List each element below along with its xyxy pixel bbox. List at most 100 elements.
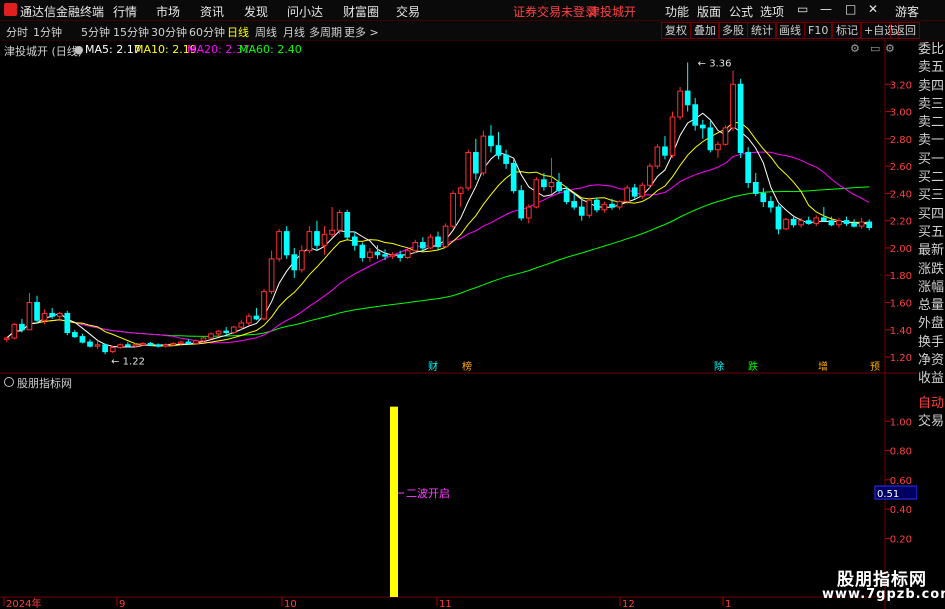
price-tick-label: 3.20 — [890, 80, 912, 91]
candle-down — [87, 341, 93, 347]
side-sell3[interactable]: 卖三 — [917, 96, 945, 114]
side-outer-volume[interactable]: 外盘 — [917, 315, 945, 333]
side-buy2[interactable]: 买二 — [917, 169, 945, 187]
side-buy3[interactable]: 买三 — [917, 187, 945, 205]
candle-up — [525, 206, 532, 219]
candlestick-chart[interactable]: 3.20 3.00 2.80 2.60 2.40 2.20 2.00 1.80 1.60 1.40… — [0, 40, 917, 609]
menu-discover[interactable]: 发现 — [244, 3, 268, 20]
side-sell2[interactable]: 卖二 — [917, 114, 945, 132]
menu-news[interactable]: 资讯 — [200, 3, 224, 20]
side-earnings[interactable]: 收益 — [917, 370, 945, 388]
candle-down — [684, 90, 691, 106]
tab-monthly[interactable]: 月线 — [283, 24, 305, 40]
candle-down — [563, 190, 570, 203]
price-tick-label: 2.40 — [890, 189, 912, 200]
tab-5min[interactable]: 5分钟 — [81, 24, 110, 40]
menu-ask[interactable]: 问小达 — [287, 3, 323, 20]
candle-up — [450, 192, 456, 227]
menu-layout[interactable]: 版面 — [697, 3, 721, 20]
side-buy1[interactable]: 买一 — [917, 151, 945, 169]
side-entrust-ratio[interactable]: 委比 — [917, 41, 945, 59]
candle-down — [737, 83, 744, 153]
guest-label[interactable]: 游客 — [895, 3, 919, 20]
skin-icon[interactable]: ▭ — [797, 2, 808, 16]
side-buy4[interactable]: 买四 — [917, 206, 945, 224]
menu-wealth[interactable]: 财富圈 — [343, 3, 379, 20]
candle-down — [609, 203, 615, 208]
side-sell1[interactable]: 卖一 — [917, 132, 945, 150]
candle-up — [858, 221, 865, 227]
tab-30min[interactable]: 30分钟 — [151, 24, 187, 40]
side-sell5[interactable]: 卖五 — [917, 59, 945, 77]
menu-formula[interactable]: 公式 — [729, 3, 753, 20]
candle-up — [246, 315, 252, 324]
candle-down — [359, 244, 366, 259]
candle-down — [631, 187, 638, 197]
candle-up — [715, 143, 721, 151]
candle-down — [397, 254, 404, 259]
f10-button[interactable]: F10 — [804, 22, 833, 39]
side-trade-button[interactable]: 交易 — [917, 413, 945, 431]
menu-trade[interactable]: 交易 — [396, 3, 420, 20]
candle-up — [41, 312, 48, 321]
side-sell4[interactable]: 卖四 — [917, 78, 945, 96]
low-price-annotation: ← 1.22 — [111, 356, 145, 367]
side-auto-button[interactable]: 自动 — [917, 395, 945, 413]
indicator-tick-label: 0.80 — [890, 447, 912, 458]
back-button[interactable]: 返回 — [890, 22, 920, 39]
candle-down — [64, 312, 71, 334]
event-marker: 跌 — [748, 360, 758, 373]
multi-stock-button[interactable]: 多股 — [718, 22, 748, 39]
candle-down — [775, 206, 782, 230]
indicator-toggle-icon[interactable] — [4, 377, 14, 387]
candle-up — [730, 83, 736, 129]
candle-down — [571, 201, 578, 208]
minimize-icon[interactable]: — — [820, 2, 832, 16]
close-icon[interactable]: ✕ — [868, 2, 878, 16]
event-marker: 增 — [818, 360, 828, 373]
watermark: 股朋指标网 www.7gpzb.com — [822, 563, 945, 607]
candle-down — [510, 162, 517, 192]
tab-multi-period[interactable]: 多周期 — [309, 24, 342, 40]
side-change-pct[interactable]: 涨幅 — [917, 279, 945, 297]
menu-function[interactable]: 功能 — [665, 3, 689, 20]
side-buy5[interactable]: 买五 — [917, 224, 945, 242]
ma60-line — [6, 186, 870, 339]
statistics-button[interactable]: 统计 — [747, 22, 777, 39]
draw-line-button[interactable]: 画线 — [775, 22, 805, 39]
restore-rights-button[interactable]: 复权 — [661, 22, 691, 39]
tab-daily[interactable]: 日线 — [227, 24, 249, 40]
candle-down — [351, 236, 358, 246]
menu-quotes[interactable]: 行情 — [113, 3, 137, 20]
indicator-tick-label: 1.00 — [890, 417, 912, 428]
tab-1min[interactable]: 1分钟 — [33, 24, 62, 40]
side-latest[interactable]: 最新 — [917, 242, 945, 260]
time-tick-label: 2024年 — [6, 597, 41, 609]
tab-more[interactable]: 更多 > — [344, 24, 379, 40]
maximize-icon[interactable]: □ — [845, 2, 856, 16]
menu-options[interactable]: 选项 — [760, 3, 784, 20]
mark-button[interactable]: 标记 — [832, 22, 862, 39]
high-price-annotation: ← 3.36 — [698, 58, 732, 69]
side-volume[interactable]: 总量 — [917, 297, 945, 315]
candle-up — [457, 187, 464, 194]
side-turnover[interactable]: 换手 — [917, 334, 945, 352]
candle-up — [404, 250, 411, 259]
tab-60min[interactable]: 60分钟 — [189, 24, 225, 40]
side-change[interactable]: 涨跌 — [917, 261, 945, 279]
candle-down — [707, 127, 714, 151]
price-tick-label: 1.40 — [890, 326, 912, 337]
tab-weekly[interactable]: 周线 — [255, 24, 277, 40]
side-net-asset[interactable]: 净资 — [917, 352, 945, 370]
overlay-button[interactable]: 叠加 — [690, 22, 720, 39]
login-notice[interactable]: 证券交易未登录 — [513, 3, 597, 20]
time-tick-label: 12 — [622, 599, 635, 609]
menu-market[interactable]: 市场 — [156, 3, 180, 20]
candle-up — [215, 330, 222, 335]
tab-intraday[interactable]: 分时 — [6, 24, 28, 40]
tab-15min[interactable]: 15分钟 — [113, 24, 149, 40]
candle-down — [382, 254, 388, 257]
candle-up — [465, 151, 472, 189]
candle-down — [155, 344, 161, 347]
candle-up — [783, 218, 789, 230]
